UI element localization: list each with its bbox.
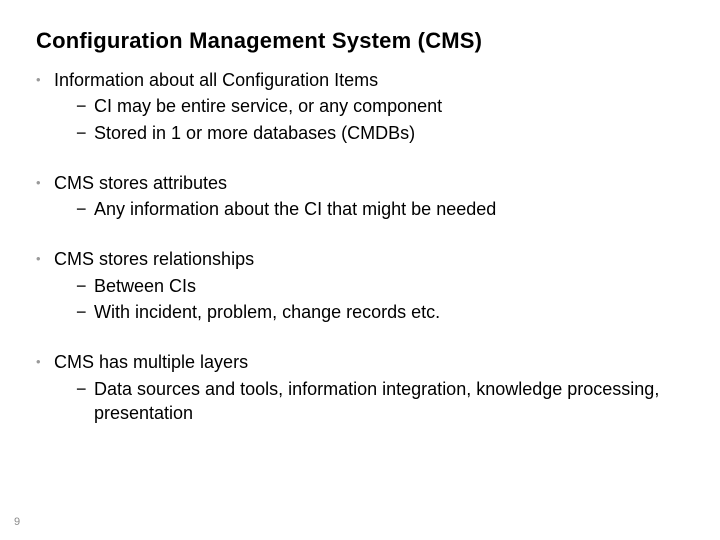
bullet-dot-icon: • — [36, 247, 54, 271]
bullet-level2: − Between CIs — [76, 274, 684, 298]
bullet-dot-icon: • — [36, 68, 54, 92]
slide: Configuration Management System (CMS) • … — [0, 0, 720, 540]
bullet-level2: − CI may be entire service, or any compo… — [76, 94, 684, 118]
dash-icon: − — [76, 300, 94, 324]
bullet-text: CMS stores attributes — [54, 171, 684, 195]
subbullet-text: Data sources and tools, information inte… — [94, 377, 684, 426]
bullet-text: CMS has multiple layers — [54, 350, 684, 374]
bullet-level2: − Data sources and tools, information in… — [76, 377, 684, 426]
bullet-group: • CMS has multiple layers − Data sources… — [36, 350, 684, 425]
dash-icon: − — [76, 274, 94, 298]
subbullet-text: With incident, problem, change records e… — [94, 300, 684, 324]
dash-icon: − — [76, 121, 94, 145]
subbullet-text: CI may be entire service, or any compone… — [94, 94, 684, 118]
bullet-level1: • CMS stores attributes — [36, 171, 684, 195]
dash-icon: − — [76, 94, 94, 118]
bullet-level1: • Information about all Configuration It… — [36, 68, 684, 92]
bullet-text: Information about all Configuration Item… — [54, 68, 684, 92]
subbullet-text: Between CIs — [94, 274, 684, 298]
slide-title: Configuration Management System (CMS) — [36, 28, 684, 54]
bullet-group: • CMS stores relationships − Between CIs… — [36, 247, 684, 324]
page-number: 9 — [14, 516, 20, 528]
bullet-level2: − With incident, problem, change records… — [76, 300, 684, 324]
bullet-dot-icon: • — [36, 171, 54, 195]
bullet-text: CMS stores relationships — [54, 247, 684, 271]
bullet-level2: − Stored in 1 or more databases (CMDBs) — [76, 121, 684, 145]
bullet-level1: • CMS has multiple layers — [36, 350, 684, 374]
subbullet-text: Any information about the CI that might … — [94, 197, 684, 221]
bullet-group: • Information about all Configuration It… — [36, 68, 684, 145]
bullet-level2: − Any information about the CI that migh… — [76, 197, 684, 221]
dash-icon: − — [76, 377, 94, 401]
dash-icon: − — [76, 197, 94, 221]
bullet-level1: • CMS stores relationships — [36, 247, 684, 271]
bullet-group: • CMS stores attributes − Any informatio… — [36, 171, 684, 222]
bullet-dot-icon: • — [36, 350, 54, 374]
subbullet-text: Stored in 1 or more databases (CMDBs) — [94, 121, 684, 145]
